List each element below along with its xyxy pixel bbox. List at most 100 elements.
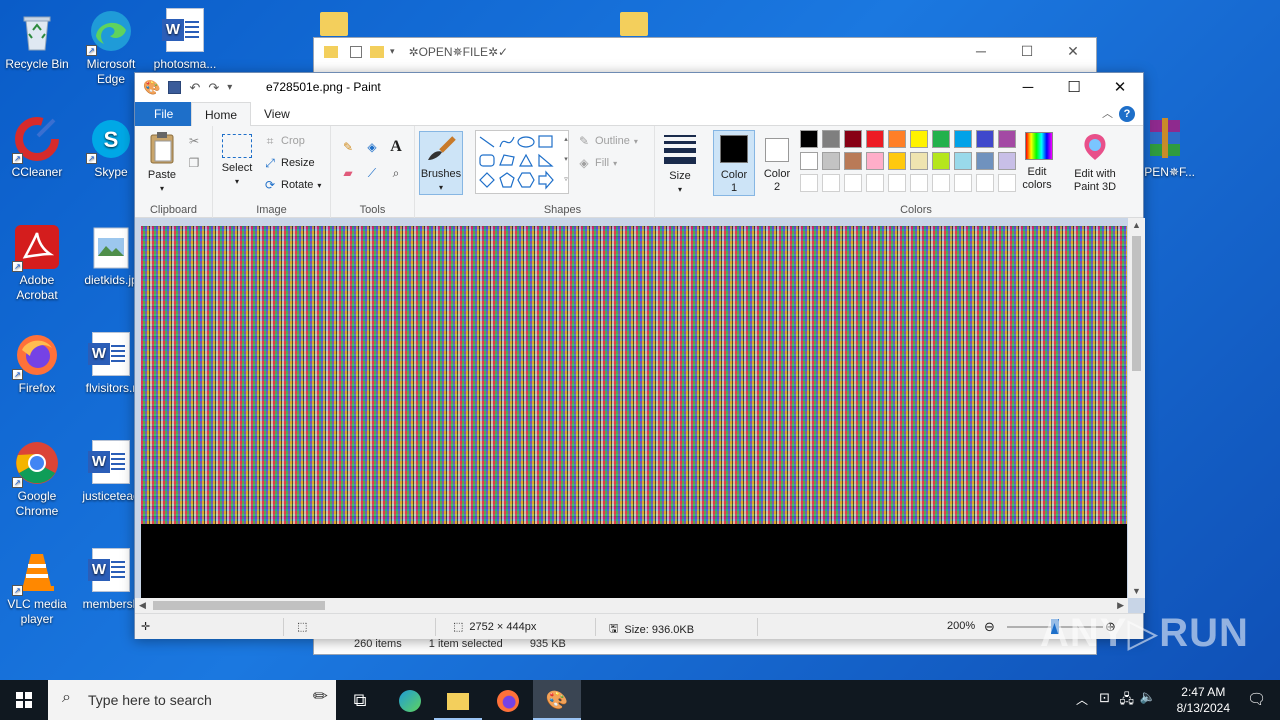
- taskbar-paint[interactable]: 🎨: [533, 680, 581, 720]
- zoom-out-icon[interactable]: ⊖: [984, 619, 995, 635]
- paint-close-button[interactable]: ✕: [1097, 73, 1143, 102]
- color-swatch[interactable]: [954, 130, 972, 148]
- paint-window[interactable]: 🎨 ↶ ↷ ▾ e728501e.png - Paint ─ ☐ ✕ File …: [134, 72, 1145, 639]
- horizontal-scroll-thumb[interactable]: [153, 601, 325, 610]
- properties-icon[interactable]: [350, 45, 362, 58]
- taskbar-firefox[interactable]: [484, 680, 532, 720]
- text-icon[interactable]: A: [389, 139, 403, 155]
- desktop-icon-photosma-doc[interactable]: W photosma...: [148, 8, 222, 72]
- tab-view[interactable]: View: [251, 102, 303, 126]
- custom-color-slot[interactable]: [888, 174, 906, 192]
- scroll-down-icon[interactable]: ▼: [1128, 586, 1145, 596]
- color-picker-icon[interactable]: ⟋: [365, 166, 379, 180]
- color-swatch[interactable]: [866, 152, 884, 170]
- color-swatch[interactable]: [844, 152, 862, 170]
- notifications-icon[interactable]: 🗨: [1247, 690, 1266, 708]
- fill-button[interactable]: ◈ Fill ▾: [577, 156, 617, 170]
- paint-minimize-button[interactable]: ─: [1005, 73, 1051, 102]
- tray-chevron-icon[interactable]: ︿: [1076, 691, 1088, 708]
- tab-home[interactable]: Home: [191, 102, 252, 127]
- color-swatch[interactable]: [910, 152, 928, 170]
- help-icon[interactable]: ?: [1119, 106, 1135, 122]
- collapse-ribbon-icon[interactable]: ︿: [1102, 105, 1113, 121]
- size-button[interactable]: Size ▾: [659, 132, 701, 196]
- color-swatch[interactable]: [932, 130, 950, 148]
- color-swatch[interactable]: [910, 130, 928, 148]
- horizontal-scrollbar[interactable]: ◀ ▶: [135, 598, 1128, 613]
- magnifier-icon[interactable]: ⌕: [389, 166, 403, 180]
- desktop-icon-vlc-media-player[interactable]: ↗ VLC media player: [0, 548, 74, 627]
- custom-color-slot[interactable]: [954, 174, 972, 192]
- desktop-icon-firefox[interactable]: ↗ Firefox: [0, 332, 74, 396]
- shapes-scroll[interactable]: ▴ ▾ ▿: [561, 130, 571, 194]
- copy-icon[interactable]: ❐: [187, 156, 201, 170]
- paint-titlebar[interactable]: 🎨 ↶ ↷ ▾ e728501e.png - Paint ─ ☐ ✕: [135, 73, 1143, 102]
- color-swatch[interactable]: [822, 152, 840, 170]
- task-view-button[interactable]: ⧉: [336, 680, 384, 720]
- explorer-minimize-button[interactable]: ─: [958, 38, 1004, 65]
- redo-icon[interactable]: ↷: [208, 80, 219, 96]
- tray-app-icon[interactable]: ⊡: [1099, 690, 1110, 706]
- desktop-icon-recycle-bin[interactable]: Recycle Bin: [0, 8, 74, 72]
- canvas-black-region[interactable]: [141, 524, 1127, 600]
- custom-color-slot[interactable]: [932, 174, 950, 192]
- desktop-icon-adobe-acrobat[interactable]: ↗ Adobe Acrobat: [0, 224, 74, 303]
- paint-maximize-button[interactable]: ☐: [1051, 73, 1097, 102]
- scroll-left-icon[interactable]: ◀: [139, 598, 146, 613]
- color-swatch[interactable]: [998, 130, 1016, 148]
- explorer-close-button[interactable]: ✕: [1050, 38, 1096, 65]
- color-swatch[interactable]: [800, 130, 818, 148]
- paste-button[interactable]: Paste ▾: [143, 131, 181, 195]
- explorer-maximize-button[interactable]: ☐: [1004, 38, 1050, 65]
- taskbar-search[interactable]: ⌕ Type here to search ✏: [48, 680, 336, 720]
- color-swatch[interactable]: [976, 152, 994, 170]
- fill-bucket-icon[interactable]: ◈: [365, 140, 379, 154]
- brushes-button[interactable]: Brushes ▾: [419, 131, 463, 195]
- crop-button[interactable]: ⌗ Crop: [263, 134, 305, 148]
- color-swatch[interactable]: [932, 152, 950, 170]
- color-swatch[interactable]: [844, 130, 862, 148]
- eraser-icon[interactable]: ▰: [341, 166, 355, 180]
- custom-color-slot[interactable]: [976, 174, 994, 192]
- rotate-button[interactable]: ⟳ Rotate ▾: [263, 178, 321, 192]
- resize-button[interactable]: ⤢ Resize: [263, 156, 314, 170]
- network-icon[interactable]: 🖧: [1120, 690, 1135, 712]
- qat-dropdown-icon[interactable]: ▾: [227, 82, 232, 93]
- taskbar-edge[interactable]: [386, 680, 434, 720]
- scroll-up-icon[interactable]: ▲: [1128, 220, 1145, 230]
- pencil-icon[interactable]: ✎: [341, 140, 355, 154]
- outline-button[interactable]: ✎ Outline ▾: [577, 134, 638, 148]
- custom-color-slot[interactable]: [866, 174, 884, 192]
- tab-file[interactable]: File: [135, 102, 193, 126]
- color-swatch[interactable]: [888, 152, 906, 170]
- undo-icon[interactable]: ↶: [189, 80, 200, 96]
- color-swatch[interactable]: [976, 130, 994, 148]
- volume-icon[interactable]: 🔈: [1140, 689, 1156, 705]
- custom-color-slot[interactable]: [844, 174, 862, 192]
- edit-colors-button[interactable]: Edit colors: [1017, 132, 1061, 192]
- color-swatch[interactable]: [954, 152, 972, 170]
- save-icon[interactable]: [168, 81, 182, 94]
- color-swatch[interactable]: [800, 152, 818, 170]
- custom-color-slot[interactable]: [998, 174, 1016, 192]
- qat-dropdown-icon[interactable]: ▾: [390, 46, 395, 57]
- color-swatch[interactable]: [998, 152, 1016, 170]
- vertical-scroll-thumb[interactable]: [1132, 236, 1141, 371]
- select-button[interactable]: Select ▾: [219, 134, 255, 188]
- color1-button[interactable]: Color 1: [713, 130, 755, 196]
- start-button[interactable]: [0, 680, 48, 720]
- edit-with-paint3d-button[interactable]: Edit with Paint 3D: [1067, 132, 1123, 194]
- clock[interactable]: 2:47 AM 8/13/2024: [1177, 684, 1230, 716]
- custom-color-slot[interactable]: [800, 174, 818, 192]
- noise-image-canvas[interactable]: [141, 226, 1127, 524]
- custom-color-slot[interactable]: [910, 174, 928, 192]
- taskbar-file-explorer[interactable]: [434, 680, 482, 720]
- desktop-icon-ccleaner[interactable]: ↗ CCleaner: [0, 116, 74, 180]
- canvas-area[interactable]: ▲ ▼ ◀ ▶: [135, 218, 1145, 613]
- desktop-icon-google-chrome[interactable]: ↗ Google Chrome: [0, 440, 74, 519]
- color-swatch[interactable]: [822, 130, 840, 148]
- custom-color-slot[interactable]: [822, 174, 840, 192]
- vertical-scrollbar[interactable]: ▲ ▼: [1128, 218, 1145, 598]
- color-swatch[interactable]: [888, 130, 906, 148]
- cut-icon[interactable]: ✂: [187, 134, 201, 148]
